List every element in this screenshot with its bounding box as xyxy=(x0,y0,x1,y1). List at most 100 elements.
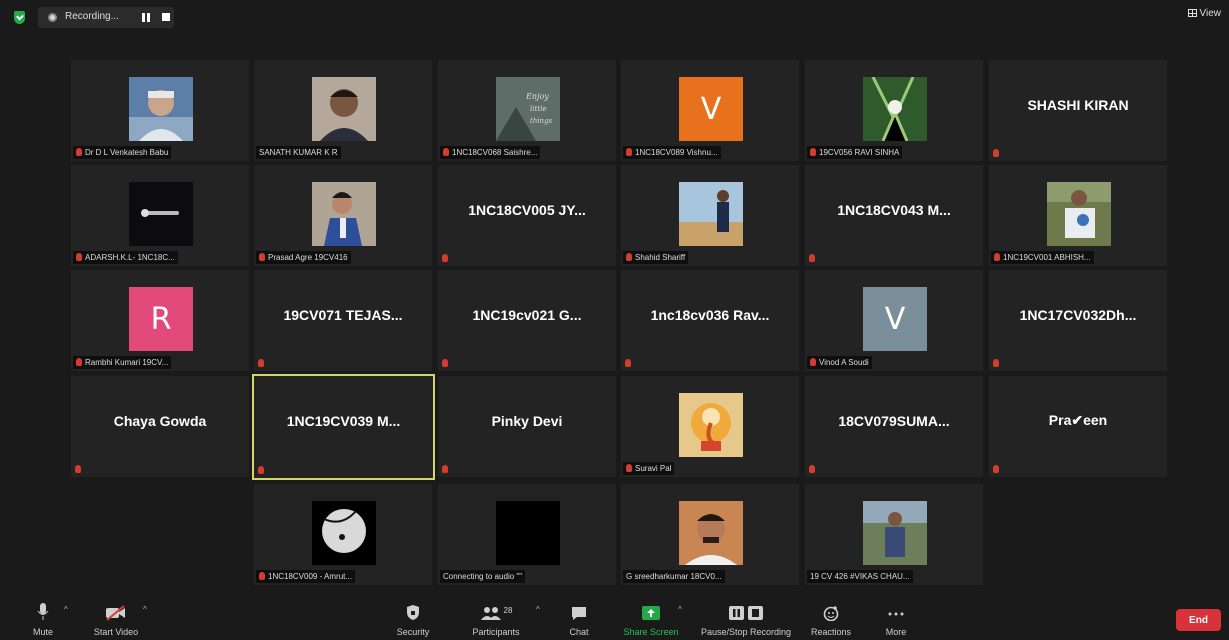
video-options-caret-icon[interactable]: ^ xyxy=(143,605,147,614)
end-meeting-button[interactable]: End xyxy=(1176,609,1221,631)
view-button[interactable]: View xyxy=(1187,8,1222,19)
participant-tile[interactable]: Pinky Devi xyxy=(438,376,616,477)
participant-name-label: 19CV056 RAVI SINHA xyxy=(807,146,903,159)
participant-tile[interactable]: 19 CV 426 #VIKAS CHAU... xyxy=(805,484,983,585)
participant-tile[interactable]: 19CV071 TEJAS... xyxy=(254,270,432,371)
participant-name-label: Rambhi Kumari 19CV... xyxy=(73,356,172,369)
muted-mic-icon xyxy=(993,149,999,157)
participant-name-label: 1NC18CV009 - Amrut... xyxy=(256,570,356,583)
muted-mic-icon xyxy=(993,465,999,473)
svg-text:things: things xyxy=(530,117,553,125)
muted-mic-icon xyxy=(259,572,265,580)
participant-tile[interactable]: R Rambhi Kumari 19CV... xyxy=(71,270,249,371)
share-screen-button[interactable]: Share Screen xyxy=(620,599,682,640)
participants-label: Participants xyxy=(472,627,520,637)
muted-mic-icon xyxy=(442,465,448,473)
muted-mic-icon xyxy=(993,359,999,367)
muted-mic-icon xyxy=(442,254,448,262)
participant-tile[interactable]: V Vinod A Soudi xyxy=(805,270,983,371)
video-off-icon xyxy=(106,605,125,621)
participant-tile[interactable]: SANATH KUMAR K R xyxy=(254,60,432,161)
start-video-button[interactable]: Start Video xyxy=(88,599,144,640)
participant-photo xyxy=(129,182,193,246)
security-shield-icon[interactable] xyxy=(14,11,25,24)
participant-tile[interactable]: 1NC19cv021 G... xyxy=(438,270,616,371)
participant-tile[interactable]: Connecting to audio "" xyxy=(438,484,616,585)
participant-display-name: 18CV079SUMA... xyxy=(838,412,950,429)
participants-options-caret-icon[interactable]: ^ xyxy=(536,605,540,614)
muted-mic-icon xyxy=(443,148,449,156)
participant-photo xyxy=(679,393,743,457)
meeting-controls-toolbar: Mute ^ Start Video ^ Security 28 Partici… xyxy=(0,599,1229,640)
more-button[interactable]: More xyxy=(878,599,914,640)
participant-tile[interactable]: G sreedharkumar 18CV0... xyxy=(621,484,799,585)
muted-mic-icon xyxy=(626,464,632,472)
participants-count: 28 xyxy=(503,606,513,615)
security-button[interactable]: Security xyxy=(393,599,433,640)
chat-button[interactable]: Chat xyxy=(564,599,594,640)
participant-tile[interactable]: 1NC18CV043 M... xyxy=(805,165,983,266)
participant-tile[interactable]: ADARSH.K.L- 1NC18C... xyxy=(71,165,249,266)
more-label: More xyxy=(885,627,907,637)
participant-tile[interactable]: Shahid Shariff xyxy=(621,165,799,266)
reactions-icon xyxy=(823,606,839,621)
participant-tile[interactable]: Prasad Agre 19CV416 xyxy=(254,165,432,266)
share-options-caret-icon[interactable]: ^ xyxy=(678,605,682,614)
meeting-top-bar: Recording... View xyxy=(0,0,1229,34)
svg-text:Enjoy: Enjoy xyxy=(525,92,549,101)
microphone-icon xyxy=(37,603,49,620)
participant-tile[interactable]: V 1NC18CV089 Vishnu... xyxy=(621,60,799,161)
participant-name-label: Suravi Pal xyxy=(623,462,675,475)
muted-mic-icon xyxy=(625,359,631,367)
participant-tile[interactable]: Pra✔een xyxy=(989,376,1167,477)
pause-stop-recording-button[interactable]: Pause/Stop Recording xyxy=(696,599,796,640)
participant-tile-active-speaker[interactable]: 1NC19CV039 M... xyxy=(252,374,435,480)
participants-button[interactable]: 28 Participants xyxy=(466,599,526,640)
reactions-button[interactable]: Reactions xyxy=(806,599,856,640)
participant-tile[interactable]: 1NC18CV009 - Amrut... xyxy=(254,484,432,585)
participant-tile[interactable]: Suravi Pal xyxy=(621,376,799,477)
participant-display-name: Pra✔een xyxy=(1048,412,1108,428)
participant-name-label: Vinod A Soudi xyxy=(807,356,872,369)
participant-tile[interactable]: 18CV079SUMA... xyxy=(805,376,983,477)
participant-display-name: 1nc18cv036 Rav... xyxy=(650,306,770,323)
participant-tile[interactable]: Dr D L Venkatesh Babu xyxy=(71,60,249,161)
participant-display-name: SHASHI KIRAN xyxy=(1027,96,1129,113)
muted-mic-icon xyxy=(810,148,816,156)
muted-mic-icon xyxy=(259,253,265,261)
muted-mic-icon xyxy=(626,148,632,156)
svg-text:little: little xyxy=(530,105,547,113)
muted-mic-icon xyxy=(442,359,448,367)
view-label: View xyxy=(1199,8,1222,19)
security-label: Security xyxy=(396,627,430,637)
participant-display-name: 19CV071 TEJAS... xyxy=(283,306,403,323)
participant-name-label: 1NC18CV068 Saishre... xyxy=(440,146,541,159)
pause-recording-icon[interactable] xyxy=(142,13,151,22)
participant-name-label: Prasad Agre 19CV416 xyxy=(256,251,351,264)
participant-tile[interactable]: Enjoy little things 1NC18CV068 Saishre... xyxy=(438,60,616,161)
participant-tile[interactable]: Chaya Gowda xyxy=(71,376,249,477)
participant-tile[interactable]: 19CV056 RAVI SINHA xyxy=(805,60,983,161)
participant-name-label: 1NC19CV001 ABHISH... xyxy=(991,251,1094,264)
muted-mic-icon xyxy=(76,358,82,366)
muted-mic-icon xyxy=(809,254,815,262)
mute-button[interactable]: Mute xyxy=(28,599,58,640)
participant-photo xyxy=(863,77,927,141)
participant-display-name: 1NC18CV005 JY... xyxy=(468,201,586,218)
participant-photo xyxy=(679,501,743,565)
participant-avatar: R xyxy=(129,287,193,351)
participant-display-name: Chaya Gowda xyxy=(113,412,207,429)
mute-label: Mute xyxy=(32,627,53,637)
participant-photo xyxy=(863,501,927,565)
stop-recording-icon[interactable] xyxy=(162,13,170,21)
audio-options-caret-icon[interactable]: ^ xyxy=(64,605,68,614)
participant-display-name: 1NC19CV039 M... xyxy=(286,413,401,429)
participant-tile[interactable]: 1NC19CV001 ABHISH... xyxy=(989,165,1167,266)
participant-display-name: Pinky Devi xyxy=(491,412,563,429)
participant-avatar: V xyxy=(863,287,927,351)
participant-tile[interactable]: SHASHI KIRAN xyxy=(989,60,1167,161)
participant-tile[interactable]: 1NC18CV005 JY... xyxy=(438,165,616,266)
chat-icon xyxy=(572,607,586,620)
participant-tile[interactable]: 1nc18cv036 Rav... xyxy=(621,270,799,371)
participant-tile[interactable]: 1NC17CV032Dh... xyxy=(989,270,1167,371)
